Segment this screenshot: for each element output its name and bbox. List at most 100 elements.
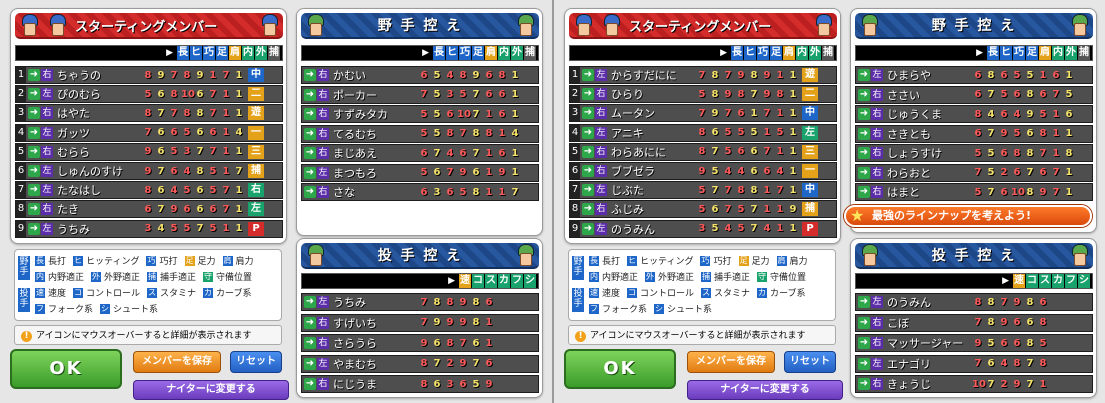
bench-row[interactable]: ➜右ポーカー7 5 3 5 7 6 6 175357661 (301, 85, 539, 104)
stat-header-1[interactable]: ヒ (744, 46, 756, 60)
stat-header-1[interactable]: コ (1026, 274, 1038, 288)
stat-header-0[interactable]: 長 (177, 46, 189, 60)
save-members-button[interactable]: メンバーを保存 (133, 351, 221, 373)
bench-row[interactable]: ➜右わらおと 7 5 2 6 7 6 7 175267671 (855, 163, 1093, 182)
position-badge[interactable]: 捕 (802, 202, 818, 217)
starting-row[interactable]: 8➜右ふじみ5 6 7 5 7 1 1 956757119捕 (569, 200, 837, 219)
bench-row[interactable]: ➜右かむい6 5 4 8 9 6 8 165489681 (301, 66, 539, 84)
stat-header-7[interactable]: 捕 (822, 46, 834, 60)
stat-header-5[interactable]: 内 (796, 46, 808, 60)
stat-header-4[interactable]: 肩 (783, 46, 795, 60)
bench-row[interactable]: ➜右まじあえ 6 7 4 6 7 1 6 167467161 (301, 144, 539, 162)
stat-header-4[interactable]: 肩 (229, 46, 241, 60)
pitchers-row[interactable]: ➜右にじうま8 6 3 6 5 9863659 (301, 375, 539, 393)
stat-header-4[interactable]: フ (1065, 274, 1077, 288)
starting-row[interactable]: 1➜左からすだにに7 8 7 9 8 9 1 178798911遊 (569, 66, 837, 84)
stat-header-5[interactable]: 内 (498, 46, 510, 60)
stat-header-5[interactable]: シ (524, 274, 536, 288)
stat-header-0[interactable]: 長 (987, 46, 999, 60)
bench-row[interactable]: ➜右はまと5 7 6 10 8 9 7 1576108971 (855, 183, 1093, 201)
bench-row[interactable]: ➜右すずみタカ5 5 6 10 7 1 6 1556107161 (301, 105, 539, 123)
bench-row[interactable]: ➜左ひまらや 6 8 6 5 5 1 6 168655161 (855, 66, 1093, 84)
bench-row[interactable]: ➜右てるむち5 5 8 7 8 8 1 455878814 (301, 124, 539, 143)
starting-row[interactable]: 8➜右たき6 7 9 6 6 6 7 167966671左 (15, 200, 283, 219)
position-badge[interactable]: 中 (802, 183, 818, 198)
position-badge[interactable]: P (802, 221, 818, 236)
stat-header-1[interactable]: ヒ (446, 46, 458, 60)
stat-header-6[interactable]: 外 (255, 46, 267, 60)
starting-row[interactable]: 4➜左アニキ8 6 5 5 5 1 5 186555151左 (569, 123, 837, 142)
stat-header-6[interactable]: 外 (809, 46, 821, 60)
stat-header-4[interactable]: 肩 (1039, 46, 1051, 60)
position-badge[interactable]: 中 (248, 68, 264, 82)
stat-header-7[interactable]: 捕 (268, 46, 280, 60)
stat-header-6[interactable]: 外 (1065, 46, 1077, 60)
stat-header-0[interactable]: 速 (1013, 274, 1025, 288)
pitchers-row[interactable]: ➜左のうみん 8 8 7 9 8 6887986 (855, 293, 1093, 311)
pitchers-row[interactable]: ➜右さらうら9 6 8 7 6 1968761 (301, 334, 539, 352)
position-badge[interactable]: 二 (802, 87, 818, 102)
pitchers-row[interactable]: ➜右こぼ 7 8 9 6 6 8789668 (855, 313, 1093, 332)
stat-header-2[interactable]: ス (1039, 274, 1051, 288)
position-badge[interactable]: 一 (248, 125, 264, 140)
stat-header-0[interactable]: 長 (731, 46, 743, 60)
pitchers-row[interactable]: ➜右すげいち7 9 9 9 8 1799981 (301, 313, 539, 332)
bench-row[interactable]: ➜右しょうすけ5 5 6 8 8 7 1 855688718 (855, 144, 1093, 162)
bench-row[interactable]: ➜右さきとも6 7 9 5 6 8 1 167956811 (855, 124, 1093, 143)
stat-header-4[interactable]: フ (511, 274, 523, 288)
pitchers-row[interactable]: ➜左エナゴリ 7 6 4 8 7 8764878 (855, 354, 1093, 373)
starting-row[interactable]: 4➜左ガッツ7 6 6 5 6 6 1 476656614一 (15, 123, 283, 142)
pitchers-row[interactable]: ➜右きょうじ10 7 2 9 7 11072971 (855, 375, 1093, 393)
bench-row[interactable]: ➜右ささい 6 7 5 6 8 6 7 567568675 (855, 85, 1093, 104)
stat-header-5[interactable]: 内 (242, 46, 254, 60)
position-badge[interactable]: 三 (248, 144, 264, 159)
position-badge[interactable]: 遊 (802, 68, 818, 82)
stat-header-3[interactable]: 足 (770, 46, 782, 60)
stat-header-2[interactable]: 巧 (203, 46, 215, 60)
stat-header-3[interactable]: カ (498, 274, 510, 288)
position-badge[interactable]: 二 (248, 87, 264, 102)
reset-button[interactable]: リセット (230, 351, 282, 373)
save-members-button[interactable]: メンバーを保存 (687, 351, 775, 373)
stat-header-3[interactable]: 足 (1026, 46, 1038, 60)
position-badge[interactable]: P (248, 221, 264, 236)
position-badge[interactable]: 中 (802, 106, 818, 121)
starting-row[interactable]: 2➜右ひらり5 8 9 8 7 9 8 158987981二 (569, 85, 837, 104)
starting-row[interactable]: 6➜左しゅんのすけ9 7 6 4 8 5 1 797648517捕 (15, 162, 283, 180)
starting-row[interactable]: 3➜右はやた8 7 7 8 8 7 1 187788711遊 (15, 104, 283, 123)
stat-header-3[interactable]: 足 (216, 46, 228, 60)
bench-row[interactable]: ➜右じゅうくま8 4 6 4 9 5 1 684649516 (855, 105, 1093, 123)
starting-row[interactable]: 9➜左のうみん3 5 4 5 7 4 1 135457411P (569, 219, 837, 238)
position-badge[interactable]: 一 (802, 164, 818, 178)
stat-header-5[interactable]: 内 (1052, 46, 1064, 60)
reset-button[interactable]: リセット (784, 351, 836, 373)
pitchers-row[interactable]: ➜左やまむち8 7 2 9 7 6872976 (301, 354, 539, 373)
starting-row[interactable]: 3➜右ムータン 7 9 7 6 1 7 1 179761711中 (569, 104, 837, 123)
starting-row[interactable]: 5➜右わらあにに8 7 5 6 6 7 1 187566711三 (569, 142, 837, 161)
stat-header-5[interactable]: シ (1078, 274, 1090, 288)
starting-row[interactable]: 7➜左たなはし8 6 4 5 6 5 7 186456571右 (15, 181, 283, 200)
ok-button[interactable]: OK (10, 349, 122, 389)
position-badge[interactable]: 左 (248, 202, 264, 217)
starting-row[interactable]: 6➜右ブブゼラ9 5 4 4 6 6 4 195446641一 (569, 162, 837, 180)
night-game-button[interactable]: ナイターに変更する (133, 380, 289, 400)
stat-header-1[interactable]: ヒ (190, 46, 202, 60)
stat-header-2[interactable]: 巧 (459, 46, 471, 60)
stat-header-4[interactable]: 肩 (485, 46, 497, 60)
stat-header-3[interactable]: カ (1052, 274, 1064, 288)
position-badge[interactable]: 遊 (248, 106, 264, 121)
stat-header-6[interactable]: 外 (511, 46, 523, 60)
position-badge[interactable]: 左 (802, 125, 818, 140)
night-game-button[interactable]: ナイターに変更する (687, 380, 843, 400)
pitchers-row[interactable]: ➜左うちみ7 8 8 9 8 6788986 (301, 293, 539, 311)
stat-header-7[interactable]: 捕 (524, 46, 536, 60)
stat-header-1[interactable]: コ (472, 274, 484, 288)
stat-header-1[interactable]: ヒ (1000, 46, 1012, 60)
starting-row[interactable]: 1➜右ちゃうの8 9 7 8 9 1 7 189789171中 (15, 66, 283, 84)
position-badge[interactable]: 三 (802, 144, 818, 159)
position-badge[interactable]: 右 (248, 183, 264, 198)
starting-row[interactable]: 2➜左ぴのむら5 6 8 10 6 7 1 1568106711二 (15, 85, 283, 104)
starting-row[interactable]: 5➜右むらら9 6 5 3 7 7 1 196537711三 (15, 142, 283, 161)
starting-row[interactable]: 9➜左うちみ3 4 5 5 7 5 1 134557511P (15, 219, 283, 238)
stat-header-2[interactable]: 巧 (757, 46, 769, 60)
